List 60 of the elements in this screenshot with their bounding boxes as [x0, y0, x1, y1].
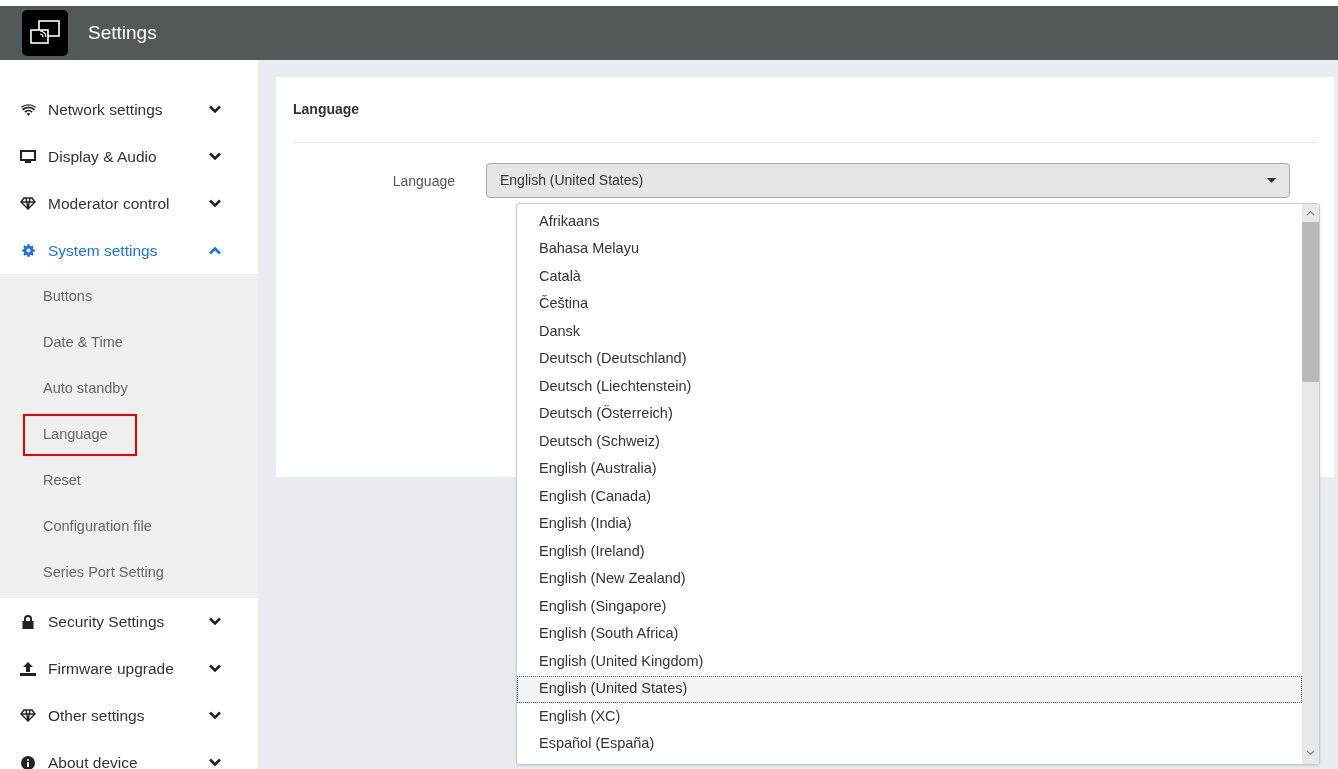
- wifi-icon: [20, 103, 36, 116]
- diamond-icon: [20, 709, 36, 722]
- sidebar-item[interactable]: About device: [0, 739, 258, 769]
- language-option[interactable]: English (United States): [517, 675, 1302, 703]
- language-option[interactable]: English (Ireland): [517, 538, 1302, 566]
- upload-icon: [20, 661, 36, 676]
- language-option[interactable]: Deutsch (Liechtenstein): [517, 373, 1302, 401]
- scroll-thumb[interactable]: [1302, 222, 1319, 382]
- sidebar-item[interactable]: Security Settings: [0, 598, 258, 645]
- chevron-down-icon: [208, 711, 222, 720]
- chevron-down-icon: [208, 199, 222, 208]
- app-logo-icon: [22, 10, 68, 56]
- submenu-item[interactable]: Auto standby: [23, 368, 148, 410]
- language-option[interactable]: Dansk: [517, 318, 1302, 346]
- dropdown-caret-icon: [1267, 178, 1276, 183]
- language-option[interactable]: English (Canada): [517, 483, 1302, 511]
- chevron-down-icon: [208, 758, 222, 767]
- submenu-item[interactable]: Language: [23, 414, 137, 456]
- sidebar-item[interactable]: Firmware upgrade: [0, 645, 258, 692]
- chevron-down-icon: [208, 152, 222, 161]
- sidebar-item[interactable]: Display & Audio: [0, 133, 258, 180]
- sidebar-item[interactable]: Moderator control: [0, 180, 258, 227]
- chevron-down-icon: [208, 105, 222, 114]
- language-option[interactable]: Afrikaans: [517, 208, 1302, 236]
- monitor-icon: [20, 149, 36, 164]
- sidebar-item[interactable]: System settings: [0, 227, 258, 274]
- chevron-down-icon: [208, 617, 222, 626]
- language-option[interactable]: Català: [517, 263, 1302, 291]
- language-option[interactable]: English (Singapore): [517, 593, 1302, 621]
- language-option[interactable]: Čeština: [517, 290, 1302, 318]
- language-option[interactable]: English (United Kingdom): [517, 648, 1302, 676]
- sidebar-item[interactable]: Other settings: [0, 692, 258, 739]
- submenu-item[interactable]: Reset: [23, 460, 101, 502]
- panel-title: Language: [293, 100, 360, 119]
- chevron-down-icon: [208, 664, 222, 673]
- field-label: Language: [391, 172, 456, 191]
- diamond-icon: [20, 197, 36, 210]
- lock-icon: [20, 614, 36, 629]
- sidebar-item[interactable]: Network settings: [0, 86, 258, 133]
- language-option[interactable]: Bahasa Melayu: [517, 235, 1302, 263]
- language-option[interactable]: English (Australia): [517, 455, 1302, 483]
- language-option[interactable]: Deutsch (Österreich): [517, 400, 1302, 428]
- language-option[interactable]: Deutsch (Schweiz): [517, 428, 1302, 456]
- scroll-down-icon[interactable]: [1306, 750, 1315, 756]
- language-option[interactable]: Deutsch (Deutschland): [517, 345, 1302, 373]
- scroll-up-icon[interactable]: [1306, 210, 1315, 216]
- language-select[interactable]: English (United States): [486, 163, 1290, 198]
- language-option[interactable]: Español (España): [517, 730, 1302, 758]
- language-option[interactable]: English (India): [517, 510, 1302, 538]
- chevron-up-icon: [208, 246, 222, 255]
- language-option[interactable]: English (South Africa): [517, 620, 1302, 648]
- submenu-item[interactable]: Date & Time: [23, 322, 143, 364]
- submenu-item[interactable]: Series Port Setting: [23, 552, 184, 594]
- gear-icon: [20, 244, 36, 257]
- app-title: Settings: [88, 20, 157, 45]
- scrollbar[interactable]: [1302, 204, 1319, 764]
- language-option[interactable]: English (XC): [517, 703, 1302, 731]
- submenu-item[interactable]: Buttons: [23, 276, 113, 318]
- submenu-item[interactable]: Configuration file: [23, 506, 172, 548]
- language-option[interactable]: English (New Zealand): [517, 565, 1302, 593]
